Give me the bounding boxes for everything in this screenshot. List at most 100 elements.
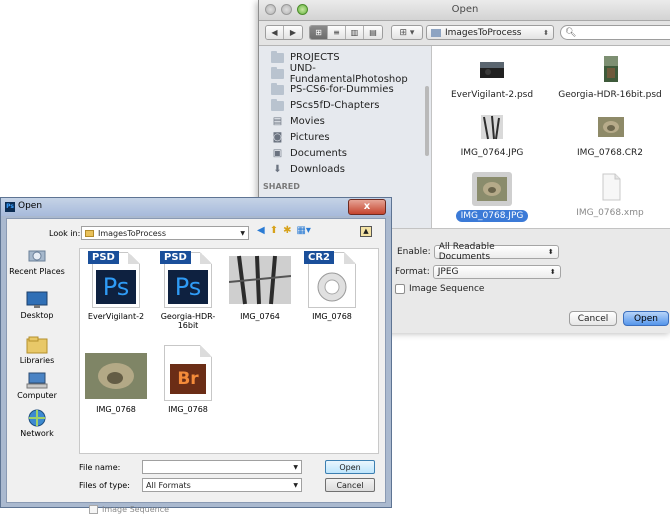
image-sequence-checkbox[interactable]	[89, 505, 98, 514]
win-dialog-body: Look in: ImagesToProcess ▼ ◀ ⬆ ✱ ▦▾ ▲ Re…	[6, 218, 386, 514]
enable-row: Enable: All Readable Documents ⬍	[397, 242, 559, 262]
folder-icon	[85, 229, 94, 237]
file-name: IMG_0768	[168, 405, 208, 414]
file-item[interactable]: EverVigilant-2.psd	[432, 54, 552, 101]
sidebar-item-documents[interactable]: ▣ Documents	[271, 146, 347, 161]
image-sequence-checkbox[interactable]	[395, 284, 405, 294]
enable-popup[interactable]: All Readable Documents ⬍	[433, 242, 559, 262]
file-item[interactable]: IMG_0768	[80, 351, 152, 414]
close-icon: x	[363, 201, 371, 212]
forward-button[interactable]: ▶	[284, 26, 302, 39]
list-view-icon[interactable]: ≡	[328, 26, 346, 39]
file-item[interactable]: PSD Ps EverVigilant-2	[80, 251, 152, 321]
location-popup[interactable]: ImagesToProcess ⬍	[426, 25, 554, 40]
jpg-thumbnail-icon	[477, 177, 507, 201]
sidebar-item-downloads[interactable]: ⬇ Downloads	[271, 162, 345, 177]
mac-window-title: Open	[451, 4, 479, 15]
sidebar-item-und[interactable]: UND-FundamentalPhotoshop	[271, 63, 431, 85]
place-computer[interactable]: Computer	[7, 371, 67, 400]
file-item-selected[interactable]: IMG_0768.JPG	[432, 172, 552, 222]
coverflow-view-icon[interactable]: ▤	[364, 26, 382, 39]
enable-label: Enable:	[397, 247, 431, 257]
place-label: Libraries	[19, 356, 55, 365]
sidebar-section-shared: SHARED	[263, 182, 300, 191]
file-item[interactable]: IMG_0768.CR2	[550, 112, 670, 159]
up-folder-icon[interactable]: ⬆	[270, 225, 278, 236]
file-type-tag: CR2	[304, 251, 334, 264]
file-name: EverVigilant-2.psd	[450, 90, 534, 100]
open-button[interactable]: Open	[623, 311, 669, 326]
bridge-glyph: Br	[170, 364, 206, 394]
file-name: IMG_0768.CR2	[577, 148, 643, 158]
back-button[interactable]: ◀	[266, 26, 284, 39]
sidebar-scrollbar[interactable]	[425, 86, 429, 156]
open-button[interactable]: Open	[325, 460, 375, 474]
place-recent-places[interactable]: Recent Places	[7, 247, 67, 276]
search-field[interactable]: 🔍︎	[560, 25, 670, 40]
sidebar-item-pscs5fd[interactable]: PScs5fD-Chapters	[271, 98, 379, 113]
dropdown-arrow-icon: ▼	[293, 481, 298, 489]
back-forward-buttons: ◀ ▶	[265, 25, 303, 40]
sidebar-item-label: Movies	[290, 116, 325, 127]
file-item[interactable]: PSD Ps Georgia-HDR-16bit	[152, 251, 224, 330]
close-button[interactable]: x	[348, 199, 386, 215]
format-value: JPEG	[437, 267, 459, 277]
column-view-icon[interactable]: ▥	[346, 26, 364, 39]
cancel-button[interactable]: Cancel	[325, 478, 375, 492]
place-desktop[interactable]: Desktop	[7, 291, 67, 320]
file-name: IMG_0764.JPG	[460, 148, 524, 158]
files-of-type-select[interactable]: All Formats ▼	[142, 478, 302, 492]
sidebar-item-label: PROJECTS	[290, 52, 340, 63]
file-item[interactable]: CR2 IMG_0768	[296, 251, 368, 321]
jpg-thumbnail-icon	[85, 353, 147, 399]
folder-icon	[271, 82, 284, 95]
new-folder-icon[interactable]: ✱	[283, 225, 291, 236]
place-label: Recent Places	[9, 267, 65, 276]
file-type-tag: PSD	[160, 251, 191, 264]
updown-arrows-icon: ⬍	[543, 28, 549, 37]
bridge-file-icon: Br	[164, 345, 212, 401]
file-item[interactable]: IMG_0768.xmp	[550, 172, 670, 219]
format-popup[interactable]: JPEG ⬍	[432, 265, 561, 279]
sidebar-item-movies[interactable]: ▤ Movies	[271, 114, 325, 129]
xmp-document-icon	[602, 173, 621, 201]
photoshop-glyph: Ps	[168, 270, 208, 304]
camera-raw-aperture-icon	[317, 272, 347, 302]
file-name: IMG_0768.xmp	[576, 208, 644, 218]
place-label: Computer	[17, 391, 57, 400]
file-item[interactable]: IMG_0764	[224, 252, 296, 321]
place-libraries[interactable]: Libraries	[7, 336, 67, 365]
file-name-input[interactable]: ▼	[142, 460, 302, 474]
nav-toolbar: ◀ ⬆ ✱ ▦▾	[257, 225, 311, 236]
win-titlebar: Ps Open x	[1, 198, 391, 216]
film-icon: ▤	[272, 116, 283, 127]
back-icon[interactable]: ◀	[257, 225, 265, 236]
sidebar-item-label: PS-CS6-for-Dummies	[290, 84, 394, 95]
file-item[interactable]: Georgia-HDR-16bit.psd	[550, 54, 670, 101]
look-in-label: Look in:	[49, 229, 81, 238]
file-name: IMG_0768	[96, 405, 136, 414]
psd-file-icon: PSD Ps	[160, 251, 212, 308]
cr2-file-icon: CR2	[304, 251, 356, 308]
cancel-button[interactable]: Cancel	[569, 311, 617, 326]
sidebar-item-ps-cs6[interactable]: PS-CS6-for-Dummies	[271, 82, 394, 97]
place-label: Desktop	[20, 311, 54, 320]
place-label: Network	[20, 429, 54, 438]
arrange-icon: ⊞ ▾	[399, 27, 415, 38]
camera-icon: ◙	[272, 132, 283, 143]
new-folder-button-icon[interactable]: ▲	[360, 226, 372, 237]
place-network[interactable]: Network	[7, 409, 67, 438]
mac-titlebar: Open	[259, 0, 670, 21]
view-menu-icon[interactable]: ▦▾	[296, 225, 310, 236]
look-in-value: ImagesToProcess	[98, 228, 166, 238]
file-item[interactable]: IMG_0764.JPG	[432, 112, 552, 159]
files-of-type-label: Files of type:	[79, 481, 130, 490]
updown-arrows-icon: ⬍	[549, 268, 556, 276]
sidebar-item-pictures[interactable]: ◙ Pictures	[271, 130, 330, 145]
open-label: Open	[339, 462, 361, 472]
arrange-button[interactable]: ⊞ ▾	[391, 25, 423, 40]
look-in-combo[interactable]: ImagesToProcess ▼	[81, 226, 249, 240]
updown-arrows-icon: ⬍	[547, 248, 554, 256]
icon-view-icon[interactable]: ⊞	[310, 26, 328, 39]
file-item[interactable]: Br IMG_0768	[152, 345, 224, 414]
